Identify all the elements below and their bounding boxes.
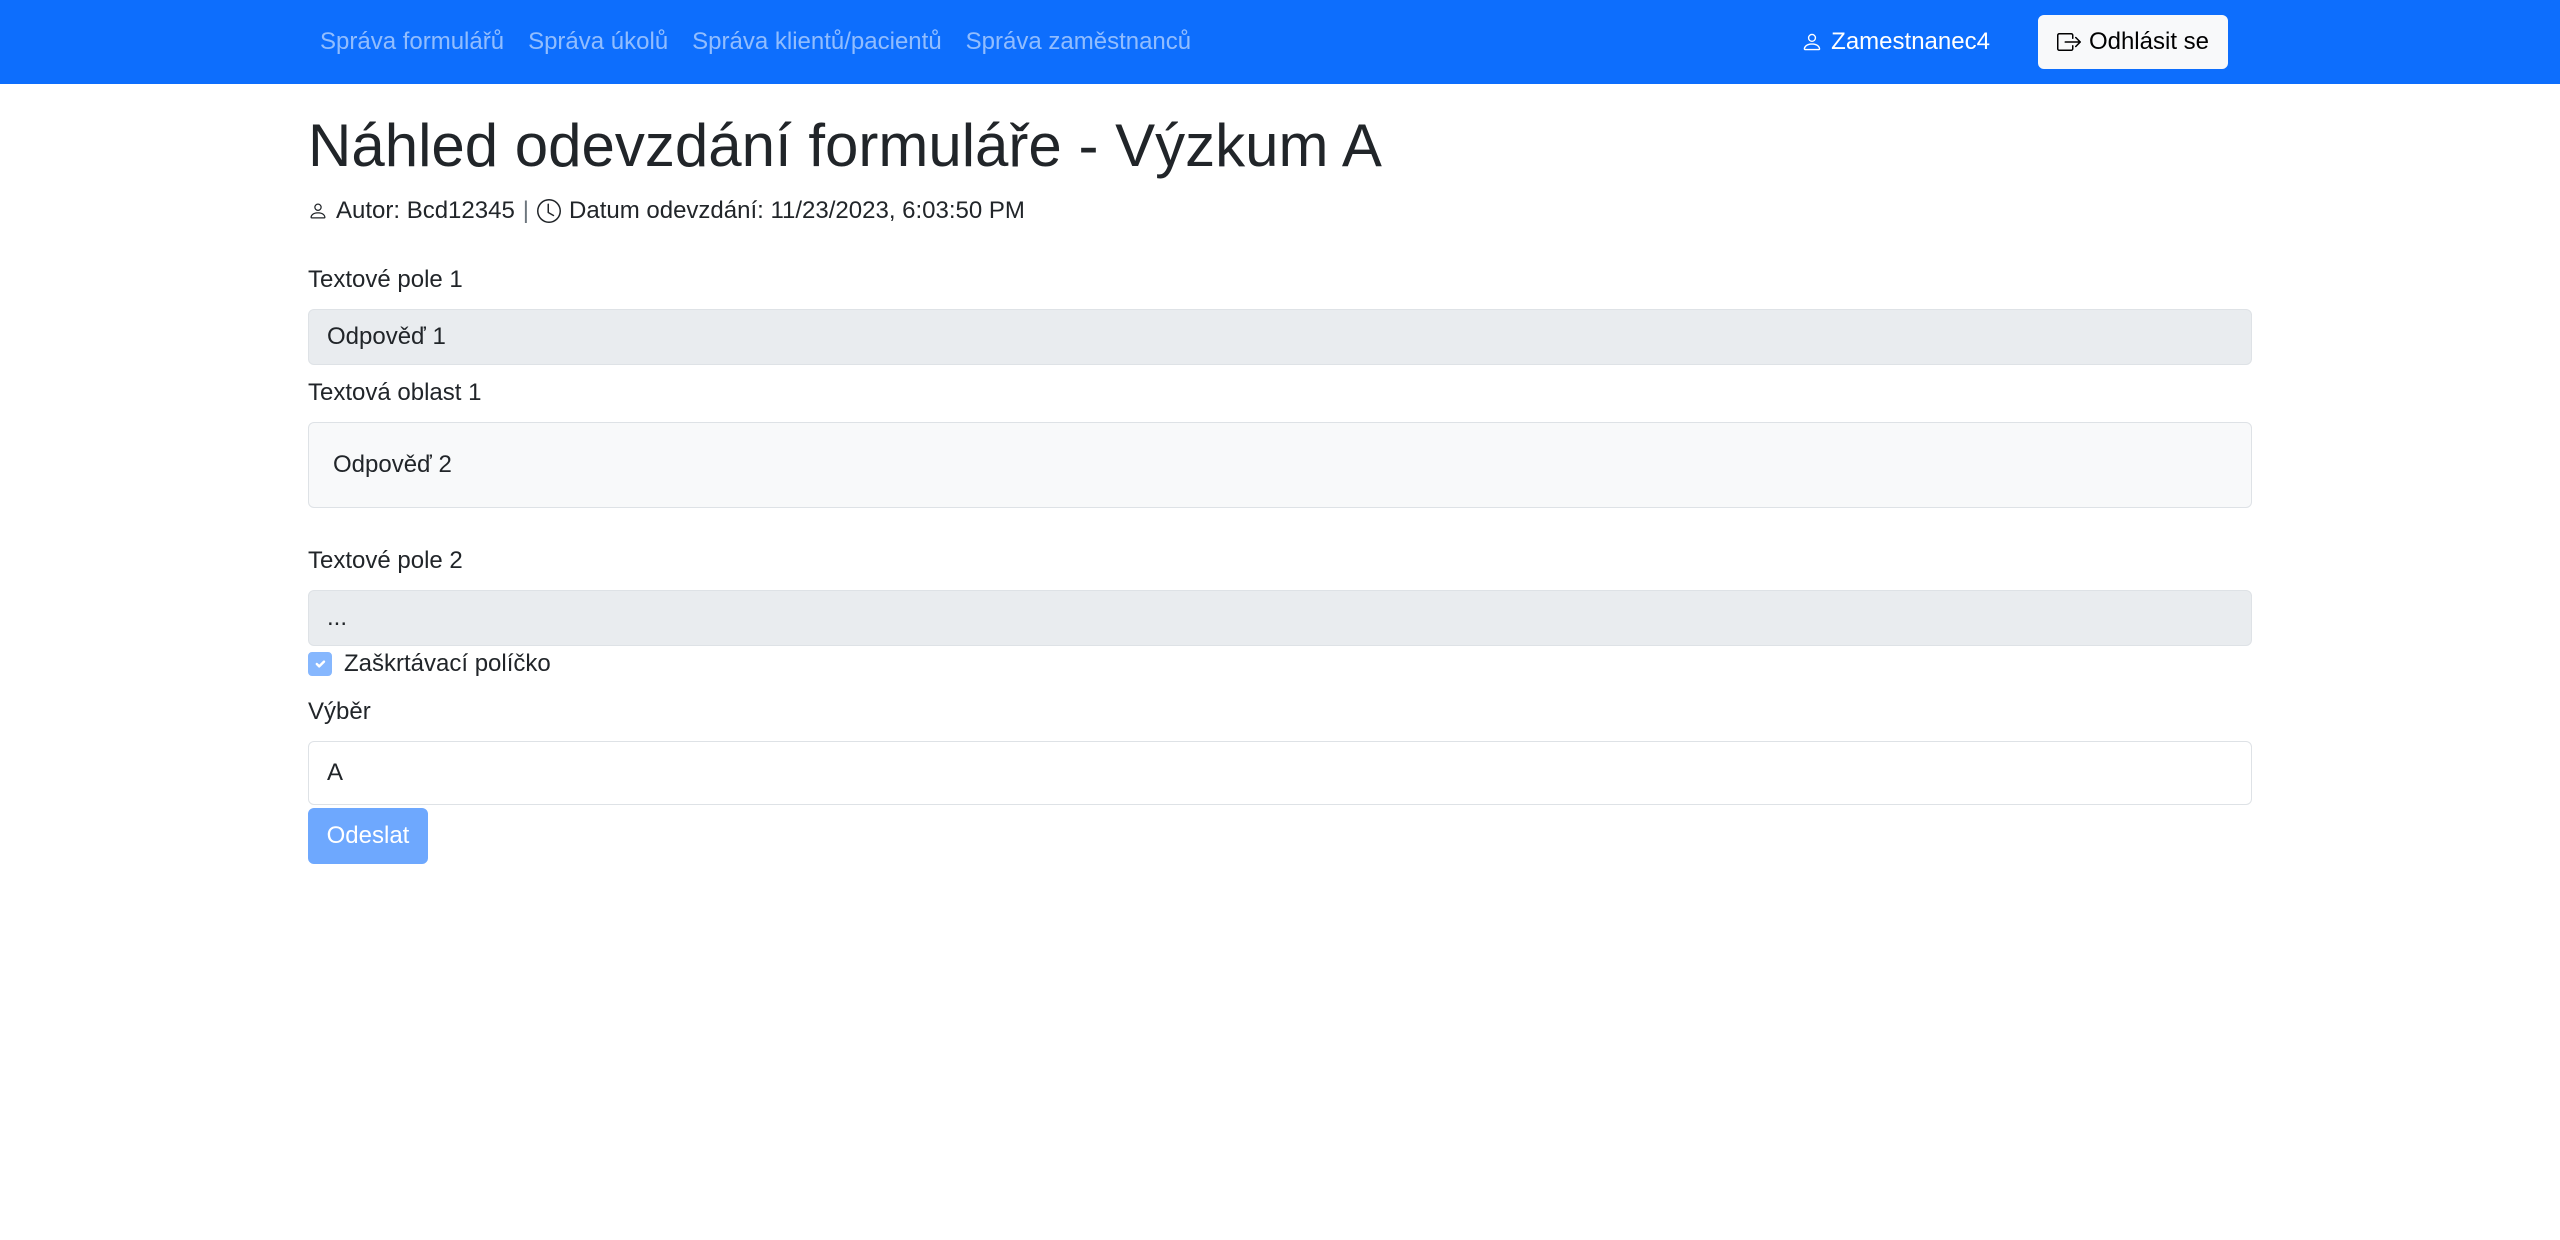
logout-label: Odhlásit se xyxy=(2088,28,2209,55)
person-icon xyxy=(1803,33,1821,51)
nav-right: Zamestnanec4 Odhlásit se xyxy=(1801,0,2228,84)
user-menu[interactable]: Zamestnanec4 xyxy=(1801,28,1990,56)
nav-link-employees[interactable]: Správa zaměstnanců xyxy=(954,28,1203,56)
nav-link-forms[interactable]: Správa formulářů xyxy=(308,28,516,56)
text-field-2-label: Textové pole 2 xyxy=(308,547,463,574)
text-field-1-label: Textové pole 1 xyxy=(308,266,463,293)
text-area-1-value: Odpověď 2 xyxy=(333,451,452,478)
nav-link-clients[interactable]: Správa klientů/pacientů xyxy=(680,28,954,56)
text-area-1[interactable]: Odpověď 2 xyxy=(308,422,2252,508)
text-field-1-value: Odpověď 1 xyxy=(327,323,446,350)
author-text: Autor: Bcd12345 xyxy=(336,197,515,224)
checkbox-label: Zaškrtávací políčko xyxy=(344,650,551,677)
select-value: A xyxy=(327,759,344,786)
text-field-2-value: ... xyxy=(327,604,348,631)
top-navbar: Správa formulářů Správa úkolů Správa kli… xyxy=(0,0,2560,84)
checkbox-row: Zaškrtávací políčko xyxy=(308,648,551,680)
nav-link-tasks[interactable]: Správa úkolů xyxy=(516,28,680,56)
submission-meta: Autor: Bcd12345 | Datum odevzdání: 11/23… xyxy=(308,195,1025,227)
select-field[interactable]: A xyxy=(308,741,2252,805)
submission-date-text: Datum odevzdání: 11/23/2023, 6:03:50 PM xyxy=(569,197,1025,224)
text-field-1[interactable]: Odpověď 1 xyxy=(308,309,2252,365)
select-label: Výběr xyxy=(308,698,371,725)
clock-icon xyxy=(537,199,562,223)
box-arrow-right-icon xyxy=(2056,33,2081,51)
meta-separator: | xyxy=(522,197,530,224)
page-title: Náhled odevzdání formuláře - Výzkum A xyxy=(308,112,1382,179)
text-field-2[interactable]: ... xyxy=(308,590,2252,646)
user-name: Zamestnanec4 xyxy=(1831,28,1990,55)
logout-button[interactable]: Odhlásit se xyxy=(2037,15,2228,69)
text-area-1-label: Textová oblast 1 xyxy=(308,379,482,406)
checkbox[interactable] xyxy=(308,652,332,676)
check-icon xyxy=(315,660,326,668)
nav-links: Správa formulářů Správa úkolů Správa kli… xyxy=(308,0,1203,84)
person-icon xyxy=(310,203,326,219)
submit-button[interactable]: Odeslat xyxy=(308,808,428,864)
